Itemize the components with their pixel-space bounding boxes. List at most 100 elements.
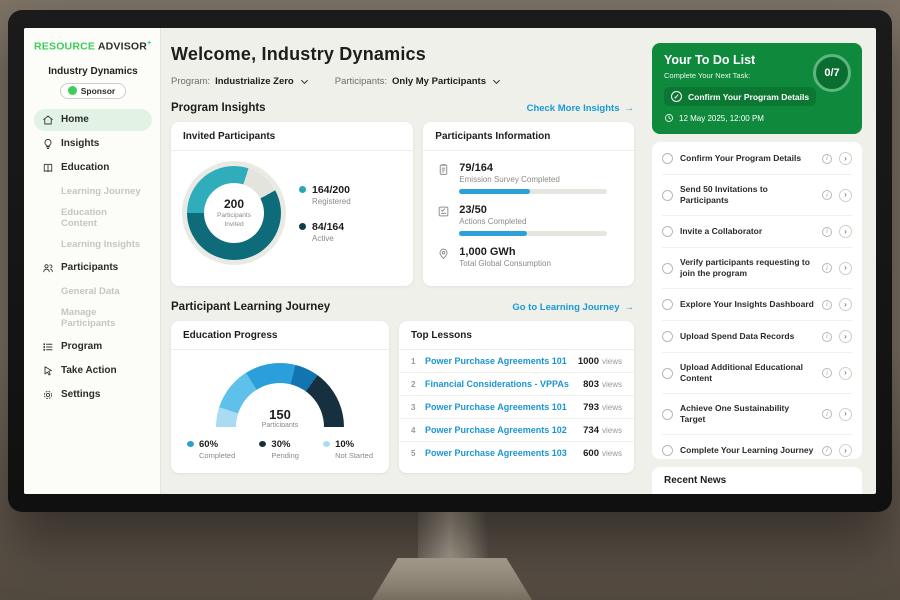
- chevron-right-icon[interactable]: [839, 330, 852, 343]
- sponsor-badge[interactable]: Sponsor: [60, 83, 126, 99]
- lesson-rank: 4: [411, 426, 425, 435]
- views-label: views: [602, 403, 622, 412]
- lesson-row[interactable]: 3 Power Purchase Agreements 101 793 view…: [399, 396, 634, 419]
- participants-filter-dropdown[interactable]: Participants: Only My Participants: [335, 76, 499, 87]
- task-row[interactable]: Upload Additional Educational Content: [662, 353, 852, 394]
- task-checkbox[interactable]: [662, 368, 673, 379]
- task-row[interactable]: Invite a Collaborator: [662, 216, 852, 248]
- org-name: Industry Dynamics: [34, 66, 152, 77]
- lesson-row[interactable]: 1 Power Purchase Agreements 101 1000 vie…: [399, 350, 634, 373]
- sidebar-item-learning-insights[interactable]: Learning Insights: [34, 234, 152, 255]
- stat-row: 79/164 Emission Survey Completed: [437, 162, 620, 194]
- program-icon: [42, 341, 54, 353]
- invited-participants-card: Invited Participants 200 Participants In…: [171, 122, 413, 286]
- sidebar-item-settings[interactable]: Settings: [34, 384, 152, 406]
- legend-item: 164/200 Registered: [299, 184, 351, 206]
- filter-value: Industrialize Zero: [215, 76, 294, 87]
- chevron-right-icon[interactable]: [839, 444, 852, 457]
- main-content: Welcome, Industry Dynamics Program: Indu…: [161, 28, 652, 494]
- lesson-rank: 3: [411, 403, 425, 412]
- sidebar-item-learning-journey[interactable]: Learning Journey: [34, 181, 152, 202]
- task-checkbox[interactable]: [662, 190, 673, 201]
- check-more-insights-link[interactable]: Check More Insights: [527, 103, 634, 114]
- chevron-right-icon[interactable]: [839, 152, 852, 165]
- info-icon[interactable]: [822, 263, 832, 273]
- program-insights-cards: Invited Participants 200 Participants In…: [171, 122, 634, 286]
- lesson-row[interactable]: 2 Financial Considerations - VPPAs 803 v…: [399, 373, 634, 396]
- chevron-right-icon[interactable]: [839, 189, 852, 202]
- info-icon[interactable]: [822, 154, 832, 164]
- lesson-link[interactable]: Power Purchase Agreements 101: [425, 402, 583, 412]
- gauge-center-label: Participants: [216, 422, 344, 427]
- due-date-row: 12 May 2025, 12:00 PM: [664, 113, 850, 123]
- lesson-link[interactable]: Power Purchase Agreements 101: [425, 356, 578, 366]
- sidebar-item-program[interactable]: Program: [34, 336, 152, 358]
- sidebar-item-participants[interactable]: Participants: [34, 257, 152, 279]
- sponsor-badge-label: Sponsor: [81, 86, 115, 96]
- stat-row: 23/50 Actions Completed: [437, 204, 620, 236]
- task-row[interactable]: Complete Your Learning Journey: [662, 435, 852, 459]
- next-task-row[interactable]: Confirm Your Program Details: [664, 87, 816, 106]
- info-icon[interactable]: [822, 300, 832, 310]
- legend-item: 10% Not Started: [323, 439, 373, 460]
- go-to-learning-journey-link[interactable]: Go to Learning Journey: [512, 302, 634, 313]
- sidebar-item-education-content[interactable]: Education Content: [34, 202, 152, 234]
- info-icon[interactable]: [822, 409, 832, 419]
- sidebar-item-insights[interactable]: Insights: [34, 133, 152, 155]
- arrow-right-icon: [625, 302, 635, 313]
- sidebar-item-education[interactable]: Education: [34, 157, 152, 179]
- info-icon[interactable]: [822, 332, 832, 342]
- info-icon[interactable]: [822, 446, 832, 456]
- logo-primary: RESOURCE: [34, 41, 95, 53]
- task-checkbox[interactable]: [662, 445, 673, 456]
- sidebar-item-manage-participants[interactable]: Manage Participants: [34, 302, 152, 334]
- task-row[interactable]: Upload Spend Data Records: [662, 321, 852, 353]
- chevron-down-icon: [493, 77, 500, 84]
- info-icon[interactable]: [822, 368, 832, 378]
- card-title: Top Lessons: [399, 321, 634, 350]
- recent-news-title: Recent News: [664, 475, 850, 486]
- lesson-link[interactable]: Power Purchase Agreements 102: [425, 425, 583, 435]
- survey-icon: [437, 163, 450, 176]
- sidebar-item-label: Program: [61, 341, 102, 352]
- card-title: Participants Information: [423, 122, 634, 151]
- sidebar-item-take-action[interactable]: Take Action: [34, 360, 152, 382]
- invited-participants-donut-chart: 200 Participants Invited: [187, 166, 281, 260]
- task-row[interactable]: Explore Your Insights Dashboard: [662, 289, 852, 321]
- task-row[interactable]: Verify participants requesting to join t…: [662, 248, 852, 289]
- sidebar-item-label: Insights: [61, 138, 99, 149]
- task-checkbox[interactable]: [662, 409, 673, 420]
- legend-dot-registered: [299, 186, 306, 193]
- chevron-right-icon[interactable]: [839, 262, 852, 275]
- task-row[interactable]: Send 50 Invitations to Participants: [662, 175, 852, 216]
- lesson-row[interactable]: 4 Power Purchase Agreements 102 734 view…: [399, 419, 634, 442]
- program-filter-dropdown[interactable]: Program: Industrialize Zero: [171, 76, 307, 87]
- task-row[interactable]: Confirm Your Program Details: [662, 143, 852, 175]
- task-checkbox[interactable]: [662, 226, 673, 237]
- task-checkbox[interactable]: [662, 299, 673, 310]
- lesson-row[interactable]: 5 Power Purchase Agreements 103 600 view…: [399, 442, 634, 464]
- legend-item: 84/164 Active: [299, 221, 351, 243]
- donut-legend: 164/200 Registered 84/164 Active: [299, 184, 351, 243]
- chevron-right-icon[interactable]: [839, 298, 852, 311]
- views-count: 734: [583, 425, 599, 436]
- logo-plus: +: [147, 40, 151, 47]
- section-title: Program Insights: [171, 102, 266, 114]
- chevron-right-icon[interactable]: [839, 408, 852, 421]
- lesson-link[interactable]: Power Purchase Agreements 103: [425, 448, 583, 458]
- views-count: 1000: [578, 356, 599, 367]
- donut-center-value: 200: [224, 197, 244, 211]
- info-icon[interactable]: [822, 227, 832, 237]
- sidebar-item-general-data[interactable]: General Data: [34, 281, 152, 302]
- lesson-link[interactable]: Financial Considerations - VPPAs: [425, 379, 583, 389]
- chevron-right-icon[interactable]: [839, 225, 852, 238]
- chevron-right-icon[interactable]: [839, 367, 852, 380]
- task-checkbox[interactable]: [662, 153, 673, 164]
- task-row[interactable]: Achieve One Sustainability Target: [662, 394, 852, 435]
- donut-center-label: Participants Invited: [211, 212, 257, 229]
- sidebar-item-home[interactable]: Home: [34, 109, 152, 131]
- todo-progress-badge: 0/7: [813, 54, 851, 92]
- info-icon[interactable]: [822, 190, 832, 200]
- task-checkbox[interactable]: [662, 331, 673, 342]
- task-checkbox[interactable]: [662, 263, 673, 274]
